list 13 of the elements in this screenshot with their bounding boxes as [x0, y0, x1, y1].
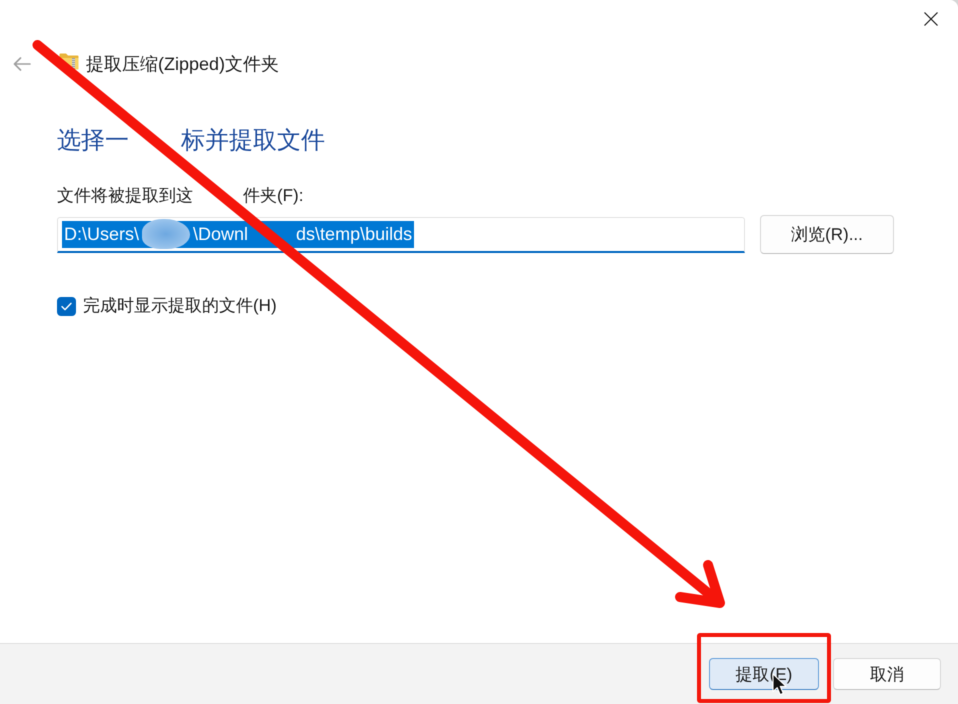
checkmark-icon [61, 302, 72, 310]
field-label: 文件将被提取到这 [57, 185, 193, 207]
close-icon [924, 12, 938, 26]
browse-button[interactable]: 浏览(R)... [760, 215, 894, 254]
field-label: 件夹(F): [243, 185, 304, 207]
path-field[interactable]: D:\Users\ \Downl ds\temp\builds [57, 216, 745, 252]
window-title: 提取压缩(Zipped)文件夹 [86, 53, 280, 76]
instruction-heading: 标并提取文件 [181, 126, 325, 156]
back-arrow-icon [13, 57, 31, 71]
cancel-button[interactable]: 取消 [833, 658, 941, 690]
checkbox[interactable] [57, 296, 76, 316]
instruction-heading: 选择一 [57, 126, 129, 156]
checkbox-label: 完成时显示提取的文件(H) [83, 295, 277, 317]
